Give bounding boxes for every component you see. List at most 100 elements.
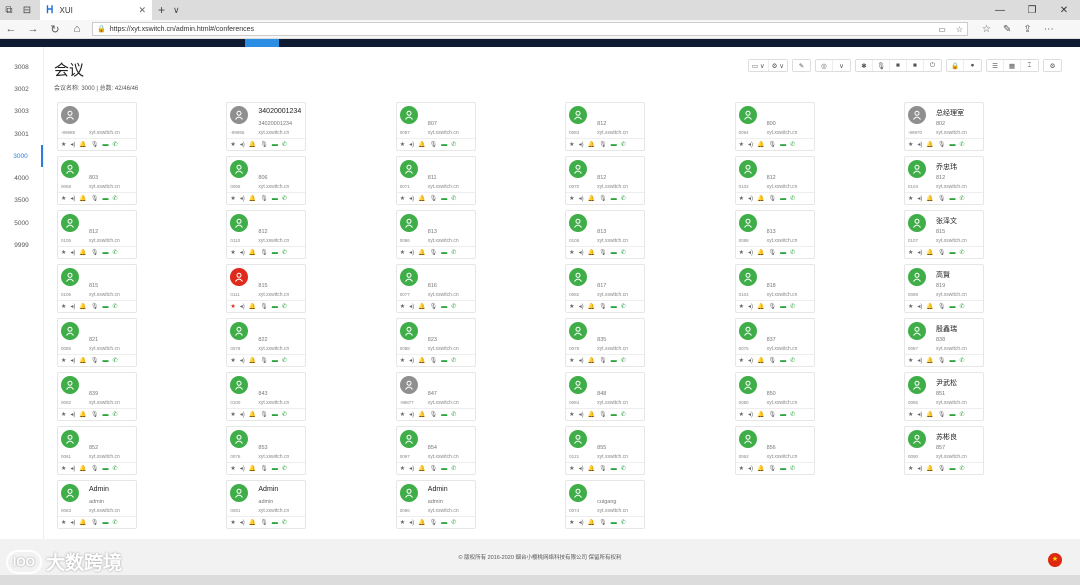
member-card[interactable]: Admin admin 0096 xyt.xswitch.cn ★ ◂) 🔔 🎙 ▬ ✆ — [395, 480, 476, 529]
member-card[interactable]: 848 0084 xyt.xswitch.cn ★ ◂) 🔔 🎙 ▬ ✆ — [565, 372, 646, 421]
speaker-icon[interactable]: ◂) — [409, 357, 414, 364]
member-card[interactable]: 812 0070 xyt.xswitch.cn ★ ◂) 🔔 🎙 ▬ ✆ — [565, 156, 646, 205]
star-icon[interactable]: ★ — [400, 357, 405, 364]
member-card[interactable]: 高賢 819 0089 xyt.xswitch.cn ★ ◂) 🔔 🎙 ▬ ✆ — [903, 264, 984, 313]
bell-icon[interactable]: 🔔 — [79, 519, 86, 526]
bell-icon[interactable]: 🔔 — [249, 141, 256, 148]
phone-icon[interactable]: ✆ — [959, 249, 964, 256]
speaker-icon[interactable]: ◂) — [748, 357, 753, 364]
phone-icon[interactable]: ✆ — [621, 411, 626, 418]
speaker-icon[interactable]: ◂) — [70, 465, 75, 472]
speaker-icon[interactable]: ◂) — [917, 195, 922, 202]
speaker-icon[interactable]: ◂) — [240, 141, 245, 148]
star-icon[interactable]: ★ — [400, 141, 405, 148]
grid-view-button[interactable]: ▦ — [1004, 60, 1021, 71]
bell-icon[interactable]: 🔔 — [757, 465, 764, 472]
video-icon[interactable]: ▬ — [611, 142, 617, 148]
sidebar-item-3003[interactable]: 3003 — [0, 101, 43, 123]
bell-icon[interactable]: 🔔 — [757, 249, 764, 256]
video-icon[interactable]: ▬ — [780, 358, 786, 364]
speaker-icon[interactable]: ◂) — [917, 465, 922, 472]
mic-icon[interactable]: 🎙 — [599, 195, 607, 202]
speaker-icon[interactable]: ◂) — [70, 141, 75, 148]
bell-icon[interactable]: 🔔 — [418, 411, 425, 418]
bell-icon[interactable]: 🔔 — [249, 195, 256, 202]
video-icon[interactable]: ▬ — [611, 196, 617, 202]
mic-icon[interactable]: 🎙 — [768, 411, 776, 418]
phone-icon[interactable]: ✆ — [113, 519, 118, 526]
bell-icon[interactable]: 🔔 — [249, 357, 256, 364]
bell-icon[interactable]: 🔔 — [418, 303, 425, 310]
speaker-icon[interactable]: ◂) — [917, 249, 922, 256]
more-icon[interactable]: ⋯ — [1044, 24, 1054, 35]
bell-icon[interactable]: 🔔 — [418, 465, 425, 472]
bell-icon[interactable]: 🔔 — [757, 303, 764, 310]
close-icon[interactable]: ✕ — [138, 5, 146, 16]
bell-icon[interactable]: 🔔 — [588, 249, 595, 256]
share-icon[interactable]: ⇪ — [1023, 24, 1031, 35]
star-icon[interactable]: ★ — [569, 357, 574, 364]
speaker-icon[interactable]: ◂) — [579, 357, 584, 364]
record-options-button[interactable]: ∨ — [833, 60, 850, 71]
bell-icon[interactable]: 🔔 — [79, 411, 86, 418]
mic-icon[interactable]: 🎙 — [260, 357, 268, 364]
mic-icon[interactable]: 🎙 — [938, 141, 946, 148]
video-icon[interactable]: ▬ — [103, 250, 109, 256]
star-icon[interactable]: ★ — [739, 249, 744, 256]
star-icon[interactable]: ★ — [908, 195, 913, 202]
member-card[interactable]: 850 0080 xyt.xswitch.cn ★ ◂) 🔔 🎙 ▬ ✆ — [734, 372, 815, 421]
mic-icon[interactable]: 🎙 — [599, 465, 607, 472]
star-icon[interactable]: ★ — [61, 519, 66, 526]
video-icon[interactable]: ▬ — [441, 196, 447, 202]
phone-icon[interactable]: ✆ — [621, 465, 626, 472]
member-card[interactable]: cuigang 0074 xyt.xswitch.cn ★ ◂) 🔔 🎙 ▬ ✆ — [565, 480, 646, 529]
video-button[interactable]: ■ — [890, 60, 907, 71]
phone-icon[interactable]: ✆ — [282, 357, 287, 364]
phone-icon[interactable]: ✆ — [282, 519, 287, 526]
speaker-icon[interactable]: ◂) — [409, 141, 414, 148]
phone-icon[interactable]: ✆ — [451, 195, 456, 202]
member-card[interactable]: 835 0079 xyt.xswitch.cn ★ ◂) 🔔 🎙 ▬ ✆ — [565, 318, 646, 367]
speaker-icon[interactable]: ◂) — [579, 303, 584, 310]
member-card[interactable]: 843 0100 xyt.xswitch.cn ★ ◂) 🔔 🎙 ▬ ✆ — [226, 372, 307, 421]
member-card[interactable]: 813 0105 xyt.xswitch.cn ★ ◂) 🔔 🎙 ▬ ✆ — [565, 210, 646, 259]
bell-icon[interactable]: 🔔 — [588, 519, 595, 526]
phone-icon[interactable]: ✆ — [113, 357, 118, 364]
phone-icon[interactable]: ✆ — [621, 195, 626, 202]
star-icon[interactable]: ★ — [569, 141, 574, 148]
star-icon[interactable]: ★ — [739, 141, 744, 148]
bell-icon[interactable]: 🔔 — [79, 357, 86, 364]
star-icon[interactable]: ★ — [569, 249, 574, 256]
member-card[interactable]: 苏彬良 857 0090 xyt.xswitch.cn ★ ◂) 🔔 🎙 ▬ ✆ — [903, 426, 984, 475]
member-card[interactable]: 807 0097 xyt.xswitch.cn ★ ◂) 🔔 🎙 ▬ ✆ — [395, 102, 476, 151]
star-icon[interactable]: ★ — [230, 357, 235, 364]
member-card[interactable]: Admin admin 0081 xyt.xswitch.cn ★ ◂) 🔔 🎙 ▬ ✆ — [226, 480, 307, 529]
video-icon[interactable]: ▬ — [611, 412, 617, 418]
speaker-icon[interactable]: ◂) — [917, 411, 922, 418]
bell-icon[interactable]: 🔔 — [418, 195, 425, 202]
sidebar-item-5000[interactable]: 5000 — [0, 212, 43, 234]
bell-icon[interactable]: 🔔 — [418, 249, 425, 256]
speaker-icon[interactable]: ◂) — [240, 249, 245, 256]
mic-icon[interactable]: 🎙 — [938, 357, 946, 364]
video-icon[interactable]: ▬ — [103, 520, 109, 526]
star-icon[interactable]: ★ — [61, 465, 66, 472]
member-card[interactable]: 815 0111 xyt.xswitch.cn ★ ◂) 🔔 🎙 ▬ ✆ — [226, 264, 307, 313]
video-icon[interactable]: ▬ — [441, 304, 447, 310]
star-icon[interactable]: ★ — [400, 519, 405, 526]
star-icon[interactable]: ★ — [908, 303, 913, 310]
bell-icon[interactable]: 🔔 — [757, 411, 764, 418]
speaker-icon[interactable]: ◂) — [70, 519, 75, 526]
phone-icon[interactable]: ✆ — [959, 357, 964, 364]
bell-icon[interactable]: 🔔 — [418, 519, 425, 526]
phone-icon[interactable]: ✆ — [113, 195, 118, 202]
star-icon[interactable]: ★ — [230, 195, 235, 202]
mic-icon[interactable]: 🎙 — [260, 141, 268, 148]
mic-icon[interactable]: 🎙 — [938, 303, 946, 310]
star-icon[interactable]: ★ — [400, 411, 405, 418]
star-icon[interactable]: ★ — [739, 411, 744, 418]
member-card[interactable]: 813 0088 xyt.xswitch.cn ★ ◂) 🔔 🎙 ▬ ✆ — [734, 210, 815, 259]
china-flag-icon[interactable]: ★ — [1048, 553, 1062, 567]
video-icon[interactable]: ▬ — [441, 466, 447, 472]
video-icon[interactable]: ▬ — [272, 304, 278, 310]
